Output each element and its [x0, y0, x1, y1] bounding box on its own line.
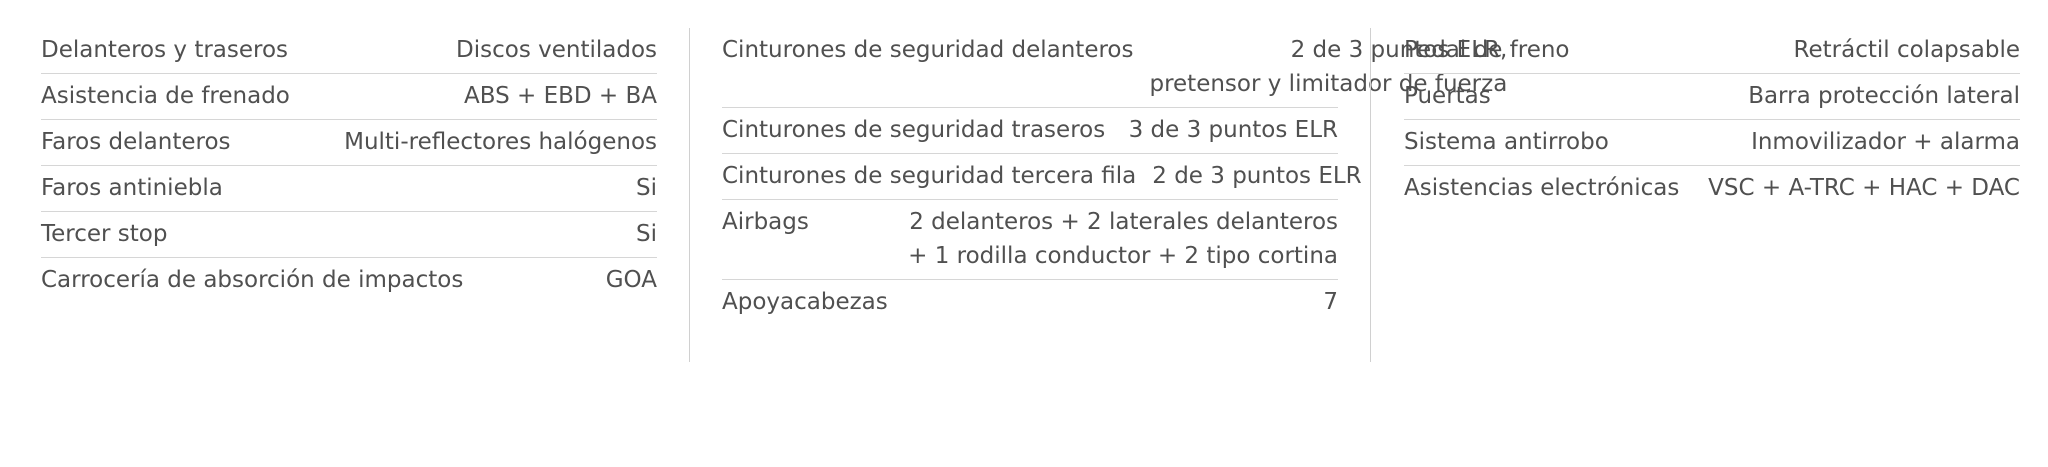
spec-label: Apoyacabezas: [722, 289, 888, 315]
spec-label: Cinturones de seguridad traseros: [722, 117, 1106, 143]
spec-value-line: Multi-reflectores halógenos: [344, 129, 657, 155]
spec-value: Retráctil colapsable: [1586, 33, 2020, 67]
column-divider: [1370, 28, 1371, 362]
spec-value-line: 7: [1323, 289, 1338, 315]
spec-column-1: Delanteros y traseros Discos ventilados …: [41, 28, 657, 303]
spec-row: Carrocería de absorción de impactos GOA: [41, 258, 657, 303]
spec-row: Faros delanteros Multi-reflectores halóg…: [41, 120, 657, 166]
spec-value: 2 de 3 puntos ELR: [1152, 159, 1361, 193]
spec-label: Asistencia de frenado: [41, 83, 290, 109]
spec-label: Cinturones de seguridad tercera fila: [722, 163, 1137, 189]
spec-label: Puertas: [1404, 83, 1491, 109]
spec-value-line: 3 de 3 puntos ELR: [1128, 117, 1338, 143]
spec-row: Sistema antirrobo Inmovilizador + alarma: [1404, 120, 2020, 166]
spec-value-line: 2 de 3 puntos ELR: [1152, 163, 1362, 189]
spec-label: Carrocería de absorción de impactos: [41, 267, 464, 293]
spec-row: Pedal de freno Retráctil colapsable: [1404, 28, 2020, 74]
spec-row: Apoyacabezas 7: [722, 280, 1338, 325]
spec-label: Faros antiniebla: [41, 175, 223, 201]
spec-row: Delanteros y traseros Discos ventilados: [41, 28, 657, 74]
spec-value-line: 2 delanteros + 2 laterales delanteros: [909, 209, 1338, 235]
spec-value-line: Si: [636, 175, 657, 201]
spec-row: Airbags 2 delanteros + 2 laterales delan…: [722, 200, 1338, 280]
spec-value: Discos ventilados: [304, 33, 657, 67]
specs-section: Delanteros y traseros Discos ventilados …: [0, 28, 2048, 368]
spec-value-line: Inmovilizador + alarma: [1751, 129, 2020, 155]
spec-row: Cinturones de seguridad tercera fila 2 d…: [722, 154, 1362, 200]
spec-label: Sistema antirrobo: [1404, 129, 1609, 155]
spec-row: Cinturones de seguridad traseros 3 de 3 …: [722, 108, 1338, 154]
spec-value-line: Si: [636, 221, 657, 247]
spec-row: Tercer stop Si: [41, 212, 657, 258]
spec-value: Si: [239, 171, 657, 205]
spec-row: Cinturones de seguridad delanteros 2 de …: [722, 28, 1507, 108]
spec-label: Asistencias electrónicas: [1404, 175, 1680, 201]
spec-label: Pedal de freno: [1404, 37, 1570, 63]
spec-value-line: ABS + EBD + BA: [463, 83, 657, 109]
spec-value-line: + 1 rodilla conductor + 2 tipo cortina: [908, 243, 1338, 269]
spec-row: Puertas Barra protección lateral: [1404, 74, 2020, 120]
spec-value-line: GOA: [605, 267, 657, 293]
spec-value: Inmovilizador + alarma: [1625, 125, 2020, 159]
spec-value: Multi-reflectores halógenos: [247, 125, 657, 159]
spec-value: 3 de 3 puntos ELR: [1121, 113, 1338, 147]
spec-value: Barra protección lateral: [1507, 79, 2020, 113]
spec-value: Si: [183, 217, 657, 251]
spec-value-line: Discos ventilados: [456, 37, 657, 63]
spec-value-line: VSC + A-TRC + HAC + DAC: [1708, 175, 2020, 201]
spec-value: 7: [904, 285, 1338, 319]
spec-label: Faros delanteros: [41, 129, 231, 155]
spec-column-3: Pedal de freno Retráctil colapsable Puer…: [1404, 28, 2020, 211]
column-divider: [689, 28, 690, 362]
spec-value: 2 delanteros + 2 laterales delanteros + …: [825, 205, 1338, 273]
spec-label: Delanteros y traseros: [41, 37, 289, 63]
spec-row: Asistencias electrónicas VSC + A-TRC + H…: [1404, 166, 2020, 211]
spec-row: Faros antiniebla Si: [41, 166, 657, 212]
spec-value-line: Barra protección lateral: [1748, 83, 2020, 109]
spec-column-2: Cinturones de seguridad delanteros 2 de …: [722, 28, 1507, 325]
spec-value: GOA: [479, 263, 657, 297]
spec-row: Asistencia de frenado ABS + EBD + BA: [41, 74, 657, 120]
spec-value: VSC + A-TRC + HAC + DAC: [1695, 171, 2020, 205]
spec-label: Tercer stop: [41, 221, 168, 247]
spec-value: ABS + EBD + BA: [306, 79, 657, 113]
spec-label: Cinturones de seguridad delanteros: [722, 37, 1134, 63]
spec-label: Airbags: [722, 209, 809, 235]
spec-value-line: Retráctil colapsable: [1793, 37, 2020, 63]
